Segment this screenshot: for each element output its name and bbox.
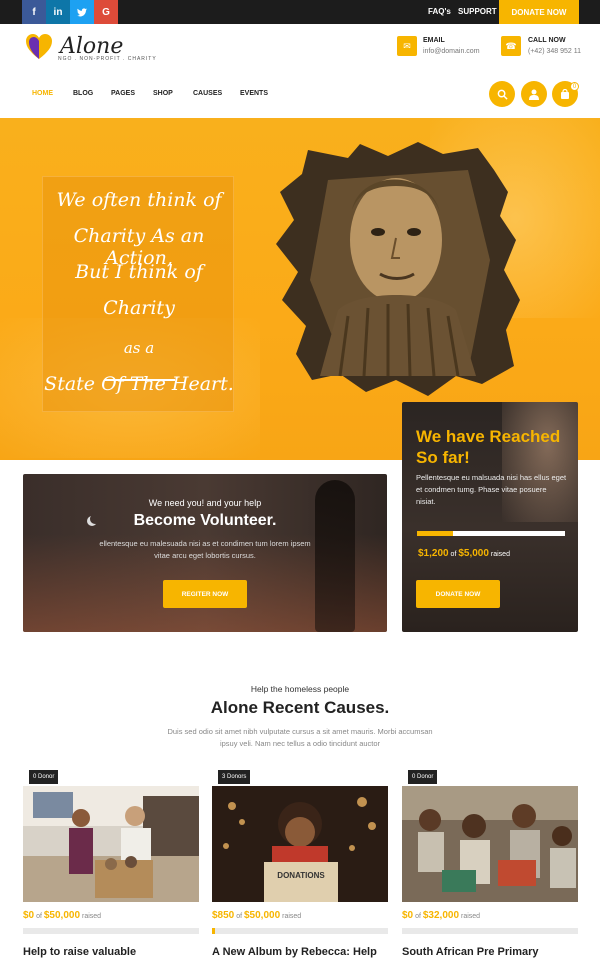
nav-item-events[interactable]: EVENTS — [240, 90, 268, 97]
cause-card[interactable]: 0 Donor $0 of $50,000 raised Help to rai… — [23, 770, 199, 960]
causes-title: Alone Recent Causes. — [210, 698, 390, 717]
nav-item-blog[interactable]: BLOG — [73, 90, 93, 97]
heart-logo-icon[interactable] — [24, 32, 54, 62]
user-icon[interactable] — [521, 81, 547, 107]
support-link[interactable]: SUPPORT — [458, 0, 497, 24]
cause-title[interactable]: A New Album by Rebecca: Help — [212, 946, 388, 958]
svg-text:DONATIONS: DONATIONS — [277, 871, 325, 880]
volunteer-card: We need you! and your help Become Volunt… — [23, 474, 387, 632]
phone-icon: ☎ — [501, 36, 521, 56]
top-donate-button[interactable]: DONATE NOW — [499, 0, 579, 24]
envelope-icon: ✉ — [397, 36, 417, 56]
cause-raised-amount: $850 — [212, 910, 235, 921]
cause-raised-text: $0 of $50,000 raised — [23, 910, 102, 921]
cause-raised-text: $850 of $50,000 raised — [212, 910, 302, 921]
cause-title[interactable]: South African Pre Primary — [402, 946, 578, 958]
donor-count-badge: 3 Donors — [218, 770, 251, 784]
cause-goal-amount: $32,000 — [422, 910, 460, 921]
donor-count-badge: 0 Donor — [408, 770, 438, 784]
reached-raised-amount: $1,200 — [418, 548, 449, 559]
cause-title[interactable]: Help to raise valuable — [23, 946, 199, 958]
email-label: EMAIL — [423, 37, 445, 44]
google-icon[interactable]: G — [94, 0, 118, 24]
cause-raised-amount: $0 — [23, 910, 35, 921]
quote-line: as a — [123, 339, 155, 357]
quote-line: We often think of — [56, 189, 222, 211]
quote-line: Charity — [103, 297, 175, 319]
cause-progress-bar — [23, 928, 199, 934]
reached-card: We have Reached So far! Pellentesque eu … — [402, 402, 578, 632]
volunteer-title: Become Volunteer. — [133, 512, 277, 529]
cause-goal-amount: $50,000 — [244, 910, 281, 921]
reached-of: of — [450, 551, 457, 558]
search-icon[interactable] — [489, 81, 515, 107]
quote-line: State Of The Heart. — [44, 373, 234, 395]
hero-quote-box: We often think of Charity As an Action, … — [42, 176, 234, 412]
cause-raised-amount: $0 — [402, 910, 414, 921]
nav-item-causes[interactable]: CAUSES — [193, 90, 222, 97]
twitter-icon[interactable] — [70, 0, 94, 24]
causes-body: Duis sed odio sit amet nibh vulputate cu… — [167, 727, 433, 748]
donate-now-button[interactable]: DONATE NOW — [416, 580, 500, 608]
reached-body: Pellentesque eu malsuada nisi has ellus … — [416, 473, 567, 506]
causes-kicker: Help the homeless people — [250, 684, 350, 694]
facebook-icon[interactable]: f — [22, 0, 46, 24]
elderly-woman-portrait-image — [276, 142, 520, 396]
cause-progress-bar — [402, 928, 578, 934]
cause-raised-text: $0 of $32,000 raised — [402, 910, 481, 921]
email-value[interactable]: info@domain.com — [423, 48, 480, 55]
clothing-donation-image[interactable] — [23, 786, 199, 902]
cause-progress-bar — [212, 928, 388, 934]
quote-line: But I think of — [75, 261, 203, 283]
reached-goal-amount: $5,000 — [458, 548, 489, 559]
cause-progress-fill — [212, 928, 215, 934]
volunteer-kicker: We need you! and your help — [148, 498, 262, 508]
cause-card[interactable]: 0 Donor $0 of $32,000 raised South Afric… — [402, 770, 578, 960]
nav-item-shop[interactable]: SHOP — [153, 90, 173, 97]
cart-count-badge: 0 — [570, 82, 579, 91]
register-button[interactable]: REGITER NOW — [163, 580, 247, 608]
nav-item-pages[interactable]: PAGES — [111, 90, 135, 97]
cause-goal-amount: $50,000 — [43, 910, 81, 921]
donations-box-image[interactable]: DONATIONS — [212, 786, 388, 902]
school-children-image[interactable] — [402, 786, 578, 902]
reached-title: We have Reached So far! — [416, 427, 561, 467]
logo-tagline: NGO . NON-PROFIT . CHARITY — [58, 56, 157, 62]
faq-link[interactable]: FAQ's — [428, 0, 451, 24]
phone-label: CALL NOW — [528, 37, 566, 44]
linkedin-icon[interactable]: in — [46, 0, 70, 24]
top-bar: f in G FAQ's SUPPORT DONATE NOW — [0, 0, 600, 24]
reached-raised-text: $1,200 of $5,000 raised — [418, 548, 510, 559]
cause-card[interactable]: 3 Donors DONATIONS $850 of $50,000 raise… — [212, 770, 388, 960]
nav-item-home[interactable]: HOME — [32, 90, 53, 97]
reached-progress-bar — [417, 531, 565, 536]
donor-count-badge: 0 Donor — [29, 770, 59, 784]
reached-progress-fill — [417, 531, 453, 536]
volunteer-body: ellentesque eu malesuada nisi as et cond… — [99, 539, 311, 560]
reached-raised-word: raised — [490, 551, 510, 558]
phone-value[interactable]: (+42) 348 952 11 — [528, 48, 581, 55]
